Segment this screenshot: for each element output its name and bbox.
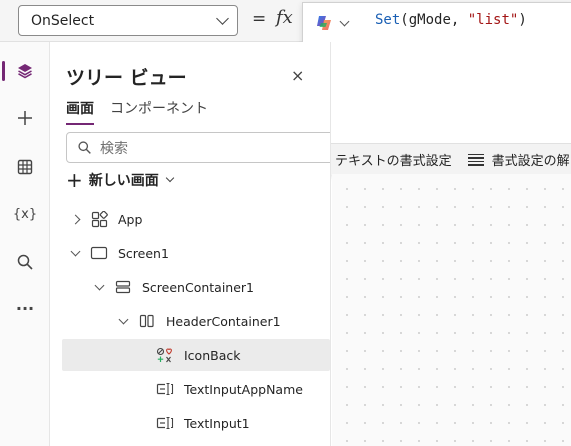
copilot-button[interactable] [315,13,350,33]
search-icon [78,141,91,154]
collapse-icon[interactable] [92,280,106,290]
tree-item-headercontainer1[interactable]: HeaderContainer1 [62,305,282,337]
plus-icon: + [66,168,83,192]
panel-title: ツリー ビュー [66,67,187,89]
equals-sign: = [252,9,267,29]
collapse-icon[interactable] [68,246,82,256]
close-icon[interactable]: × [291,66,304,85]
screen-icon [90,245,108,261]
rail-tree-view[interactable] [0,51,50,91]
plus-icon [18,111,32,125]
rail-search[interactable] [0,242,50,282]
format-toolbar: テキストの書式設定 書式設定の解 [303,143,571,175]
tree-item-label: App [118,211,143,227]
panel-tabs: 画面 コンポーネント [66,98,208,125]
code-open-paren: ( [400,12,409,28]
tab-components[interactable]: コンポーネント [110,98,208,125]
more-icon: ··· [15,298,35,318]
chevron-down-icon [216,12,229,25]
copilot-icon [317,16,331,30]
format-text-button[interactable]: テキストの書式設定 [311,150,452,169]
vertical-container-icon [114,279,132,295]
design-canvas[interactable] [332,174,571,446]
remove-format-label: 書式設定の解 [491,154,570,169]
collapse-icon[interactable] [116,314,130,324]
rail-data[interactable] [0,147,50,187]
code-arg-variable: gMode, [408,12,468,28]
table-icon [17,159,33,175]
property-dropdown-value: OnSelect [31,12,95,29]
chevron-down-icon [339,16,350,26]
expand-icon[interactable] [68,214,82,224]
horizontal-container-icon [138,313,156,329]
tree-item-label: TextInput1 [184,415,250,431]
tree-item-label: Screen1 [118,245,169,261]
format-text-label: テキストの書式設定 [335,154,452,169]
icon-control-icon [156,347,174,363]
property-dropdown[interactable]: OnSelect [18,5,238,36]
remove-format-button[interactable]: 書式設定の解 [467,150,570,169]
tree-view-panel: ツリー ビュー × 画面 コンポーネント 検索 + 新しい画面 App Scre… [51,42,331,446]
tree-item-textinput1[interactable]: TextInput1 [62,407,330,439]
variables-icon: {x} [12,206,38,222]
text-input-icon [156,381,174,397]
code-close-paren: ) [518,12,527,28]
tree-item-label: IconBack [184,347,241,363]
text-input-icon [156,415,174,431]
app-icon [90,210,108,227]
layers-icon [18,64,32,79]
new-screen-label: 新しい画面 [88,173,159,189]
tree-item-app[interactable]: App [62,203,330,235]
tree-item-label: HeaderContainer1 [166,313,281,329]
search-icon [17,254,33,270]
left-rail: {x} ··· [0,42,50,446]
tree-item-screen1[interactable]: Screen1 [62,237,330,269]
tree-item-label: ScreenContainer1 [142,279,255,295]
tree-item-screencontainer1[interactable]: ScreenContainer1 [62,271,306,303]
rail-variables[interactable]: {x} [0,194,50,234]
tab-screens[interactable]: 画面 [66,98,94,125]
search-input[interactable]: 検索 [66,132,330,163]
new-screen-button[interactable]: + 新しい画面 [66,168,175,192]
tree-item-label: TextInputAppName [184,381,303,397]
tree-item-textinputappname[interactable]: TextInputAppName [62,373,330,405]
fx-icon[interactable]: fx [276,7,293,28]
rail-insert[interactable] [0,98,50,138]
rail-more[interactable]: ··· [0,288,50,328]
chevron-down-icon [165,173,175,183]
tree-item-iconback[interactable]: IconBack [62,339,330,371]
search-placeholder: 検索 [100,140,128,157]
formula-editor[interactable]: Set(gMode, "list") テキストの書式設定 書式設定の解 [302,2,571,175]
formula-code[interactable]: Set(gMode, "list") [375,12,527,28]
remove-format-icon [467,153,484,166]
code-arg-string: "list" [467,12,519,28]
code-function: Set [375,12,401,28]
